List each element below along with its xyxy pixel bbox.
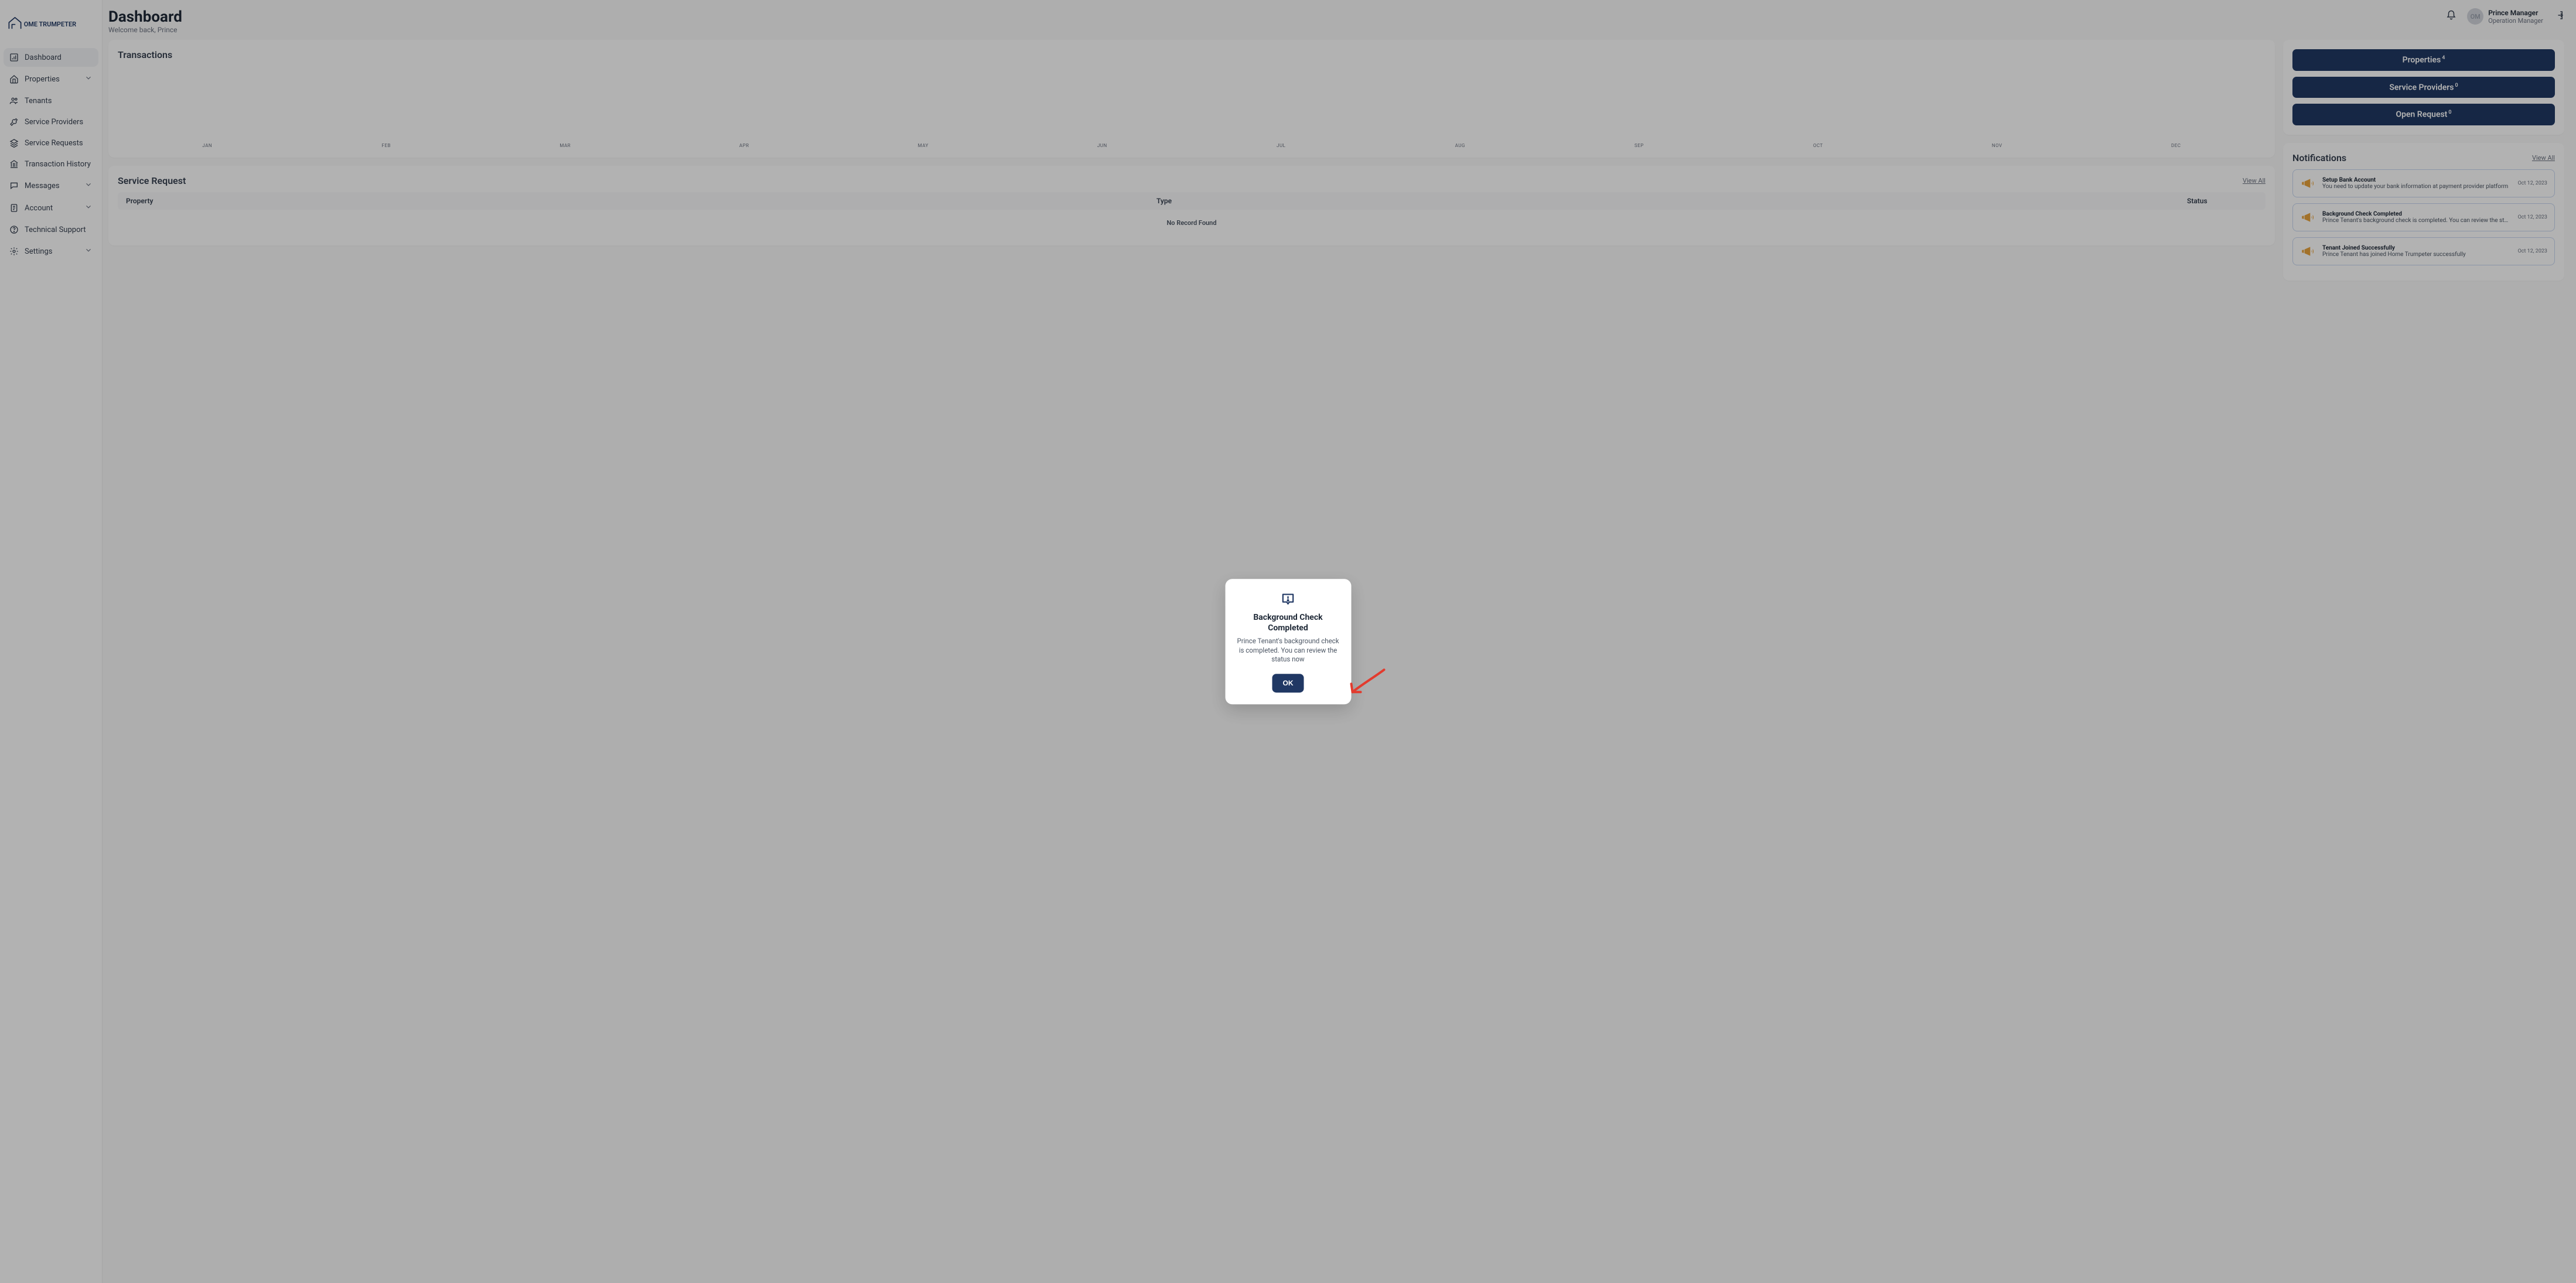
alert-bubble-icon xyxy=(1281,592,1296,607)
modal-description: Prince Tenant's background check is comp… xyxy=(1236,637,1340,664)
modal-ok-button[interactable]: OK xyxy=(1272,674,1304,692)
modal-dialog: Background Check Completed Prince Tenant… xyxy=(1225,579,1351,704)
modal-title: Background Check Completed xyxy=(1236,613,1340,633)
annotation-arrow-icon xyxy=(1345,666,1386,698)
